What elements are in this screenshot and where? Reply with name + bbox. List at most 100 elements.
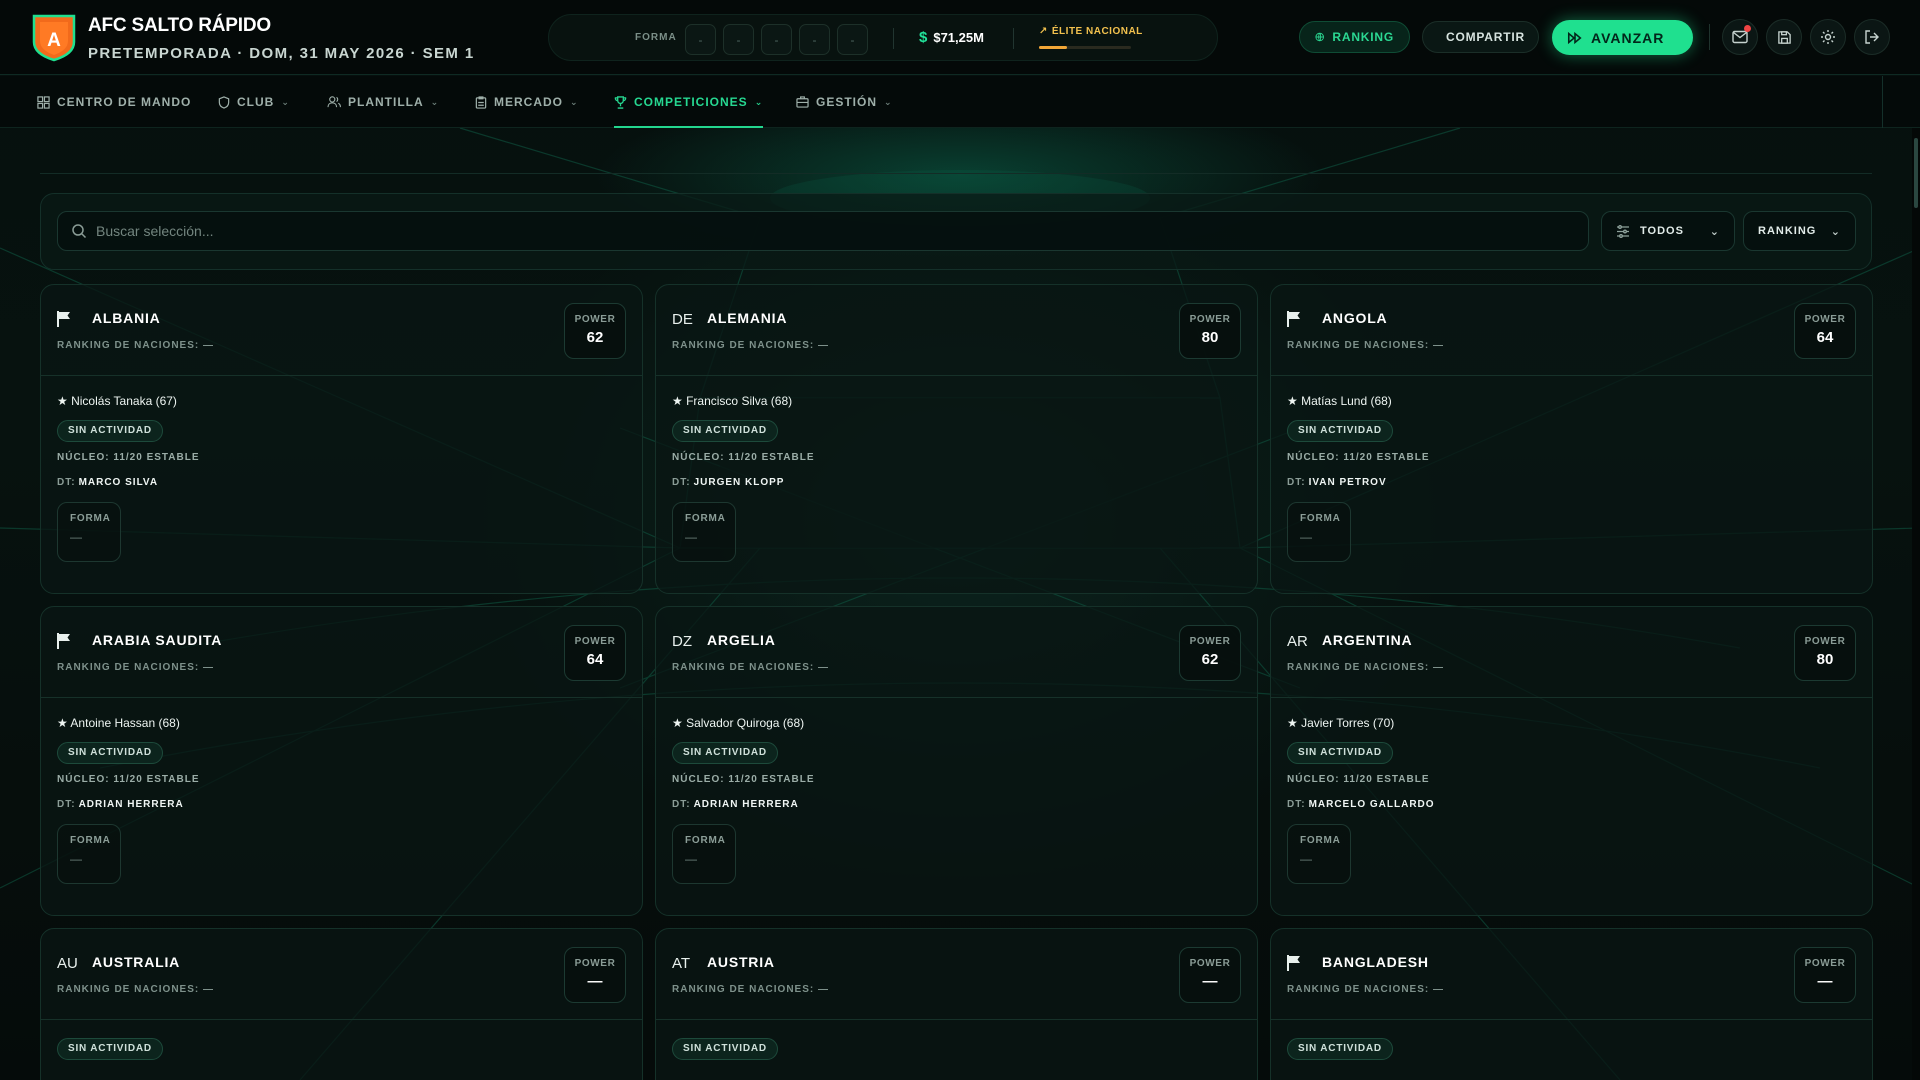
form-value: — xyxy=(70,530,82,544)
nation-card-header: AT AUSTRIA RANKING DE NACIONES: — POWER … xyxy=(656,929,1257,1020)
filter-panel: TODOS ⌄ RANKING ⌄ xyxy=(40,193,1872,270)
sort-select[interactable]: RANKING ⌄ xyxy=(1743,211,1856,251)
logout-button[interactable] xyxy=(1854,19,1890,55)
notification-dot xyxy=(1744,25,1751,32)
nation-card-header: ANGOLA RANKING DE NACIONES: — POWER 64 xyxy=(1271,285,1872,376)
budget-value: $71,25M xyxy=(933,30,984,45)
scrollbar-thumb[interactable] xyxy=(1914,138,1918,208)
save-button[interactable] xyxy=(1766,19,1802,55)
nav-item-label: CLUB xyxy=(237,95,275,109)
nation-card-body: SIN ACTIVIDAD xyxy=(656,1020,1257,1078)
divider xyxy=(1882,76,1883,128)
form-value: — xyxy=(685,852,697,866)
power-badge: POWER — xyxy=(564,947,626,1003)
nation-code: AU xyxy=(57,954,78,972)
squad-core-status: NÚCLEO: 11/20 ESTABLE xyxy=(672,452,815,463)
power-value: 62 xyxy=(586,329,604,346)
nation-card-bangladesh[interactable]: BANGLADESH RANKING DE NACIONES: — POWER … xyxy=(1270,928,1873,1080)
form-label: FORMA xyxy=(685,835,726,846)
power-label: POWER xyxy=(1804,958,1846,969)
power-value: 64 xyxy=(1816,329,1834,346)
nav-item-competiciones[interactable]: COMPETICIONES ⌄ xyxy=(614,76,764,128)
nation-flag xyxy=(1287,952,1309,974)
nav-item-mercado[interactable]: MERCADO ⌄ xyxy=(475,76,579,128)
nav-item-club[interactable]: CLUB ⌄ xyxy=(218,76,290,128)
status-badge: SIN ACTIVIDAD xyxy=(57,1038,163,1060)
ranking-button[interactable]: RANKING xyxy=(1299,21,1410,53)
nation-card-argentina[interactable]: AR ARGENTINA RANKING DE NACIONES: — POWE… xyxy=(1270,606,1873,916)
nation-card-header: AR ARGENTINA RANKING DE NACIONES: — POWE… xyxy=(1271,607,1872,698)
nav-item-centro-de-mando[interactable]: CENTRO DE MANDO xyxy=(37,76,191,128)
nation-card-header: AU AUSTRALIA RANKING DE NACIONES: — POWE… xyxy=(41,929,642,1020)
ranking-label: RANKING DE NACIONES: xyxy=(672,662,815,673)
power-badge: POWER 64 xyxy=(1794,303,1856,359)
power-label: POWER xyxy=(1189,314,1231,325)
share-button[interactable]: COMPARTIR xyxy=(1422,21,1539,53)
search-icon xyxy=(72,224,87,239)
ranking-label: RANKING DE NACIONES: xyxy=(1287,662,1430,673)
head-coach: DT: JURGEN KLOPP xyxy=(672,477,785,488)
ranking-label: RANKING DE NACIONES: xyxy=(57,662,200,673)
nation-name: ALBANIA xyxy=(92,310,161,326)
coach-name: MARCELO GALLARDO xyxy=(1308,799,1435,810)
star-player: ★ Javier Torres (70) xyxy=(1287,716,1395,730)
nation-card-body: SIN ACTIVIDAD xyxy=(1271,1020,1872,1078)
chevron-down-icon: ⌄ xyxy=(884,96,893,107)
ranking-value: — xyxy=(818,984,830,995)
power-badge: POWER 62 xyxy=(1179,625,1241,681)
nation-card-angola[interactable]: ANGOLA RANKING DE NACIONES: — POWER 64 ★… xyxy=(1270,284,1873,594)
crest-letter: A xyxy=(47,30,61,51)
nation-ranking: RANKING DE NACIONES: — xyxy=(672,984,829,995)
divider xyxy=(1013,28,1014,49)
power-value: 80 xyxy=(1201,329,1219,346)
nation-card-australia[interactable]: AU AUSTRALIA RANKING DE NACIONES: — POWE… xyxy=(40,928,643,1080)
nation-card-body: ★ Salvador Quiroga (68) SIN ACTIVIDAD NÚCL… xyxy=(656,698,1257,902)
group-filter-select[interactable]: TODOS ⌄ xyxy=(1601,211,1735,251)
search-input[interactable] xyxy=(58,212,1588,250)
chevron-down-icon: ⌄ xyxy=(754,96,764,107)
form-box: FORMA — xyxy=(672,824,736,884)
nav-item-label: GESTIÓN xyxy=(816,95,878,109)
status-badge: SIN ACTIVIDAD xyxy=(672,742,778,764)
power-value: 62 xyxy=(1201,651,1219,668)
power-value: 64 xyxy=(586,651,604,668)
mail-button[interactable] xyxy=(1722,19,1758,55)
form-value: — xyxy=(685,530,697,544)
advance-button[interactable]: AVANZAR xyxy=(1552,20,1693,55)
form-box: FORMA — xyxy=(57,502,121,562)
settings-button[interactable] xyxy=(1810,19,1846,55)
nation-card-austria[interactable]: AT AUSTRIA RANKING DE NACIONES: — POWER … xyxy=(655,928,1258,1080)
app-root: A AFC SALTO RÁPIDO PRETEMPORADA · DOM, 3… xyxy=(0,0,1920,1080)
form-label: FORMA xyxy=(1300,835,1341,846)
scrollbar-track[interactable] xyxy=(1912,128,1920,1080)
power-value: 80 xyxy=(1816,651,1834,668)
ranking-label: RANKING DE NACIONES: xyxy=(672,340,815,351)
club-crest-icon[interactable]: A xyxy=(32,14,76,62)
forma-slot-1: - xyxy=(685,24,716,55)
power-badge: POWER 80 xyxy=(1179,303,1241,359)
nation-card-arabia-saudita[interactable]: ARABIA SAUDITA RANKING DE NACIONES: — PO… xyxy=(40,606,643,916)
ranking-value: — xyxy=(1433,340,1445,351)
ranking-value: — xyxy=(203,340,215,351)
nation-card-alemania[interactable]: DE ALEMANIA RANKING DE NACIONES: — POWER… xyxy=(655,284,1258,594)
nation-card-argelia[interactable]: DZ ARGELIA RANKING DE NACIONES: — POWER … xyxy=(655,606,1258,916)
nation-code: DE xyxy=(672,310,693,328)
nav-item-gestion[interactable]: GESTIÓN ⌄ xyxy=(796,76,893,128)
content-divider xyxy=(40,173,1872,174)
chevron-down-icon: ⌄ xyxy=(1709,225,1720,238)
sort-value: RANKING xyxy=(1758,225,1817,237)
coach-name: ADRIAN HERRERA xyxy=(78,799,184,810)
head-coach: DT: ADRIAN HERRERA xyxy=(57,799,184,810)
status-badge: SIN ACTIVIDAD xyxy=(1287,420,1393,442)
nation-name: AUSTRIA xyxy=(707,954,775,970)
flag-icon xyxy=(1287,311,1300,327)
status-badge: SIN ACTIVIDAD xyxy=(672,420,778,442)
nation-ranking: RANKING DE NACIONES: — xyxy=(57,984,214,995)
ranking-value: — xyxy=(203,662,215,673)
nation-card-albania[interactable]: ALBANIA RANKING DE NACIONES: — POWER 62 … xyxy=(40,284,643,594)
nation-card-header: ALBANIA RANKING DE NACIONES: — POWER 62 xyxy=(41,285,642,376)
ranking-value: — xyxy=(203,984,215,995)
nation-card-body: ★ Nicolás Tanaka (67) SIN ACTIVIDAD NÚCLEO… xyxy=(41,376,642,580)
nav-item-plantilla[interactable]: PLANTILLA ⌄ xyxy=(327,76,439,128)
budget-display: $ $71,25M xyxy=(919,29,984,46)
